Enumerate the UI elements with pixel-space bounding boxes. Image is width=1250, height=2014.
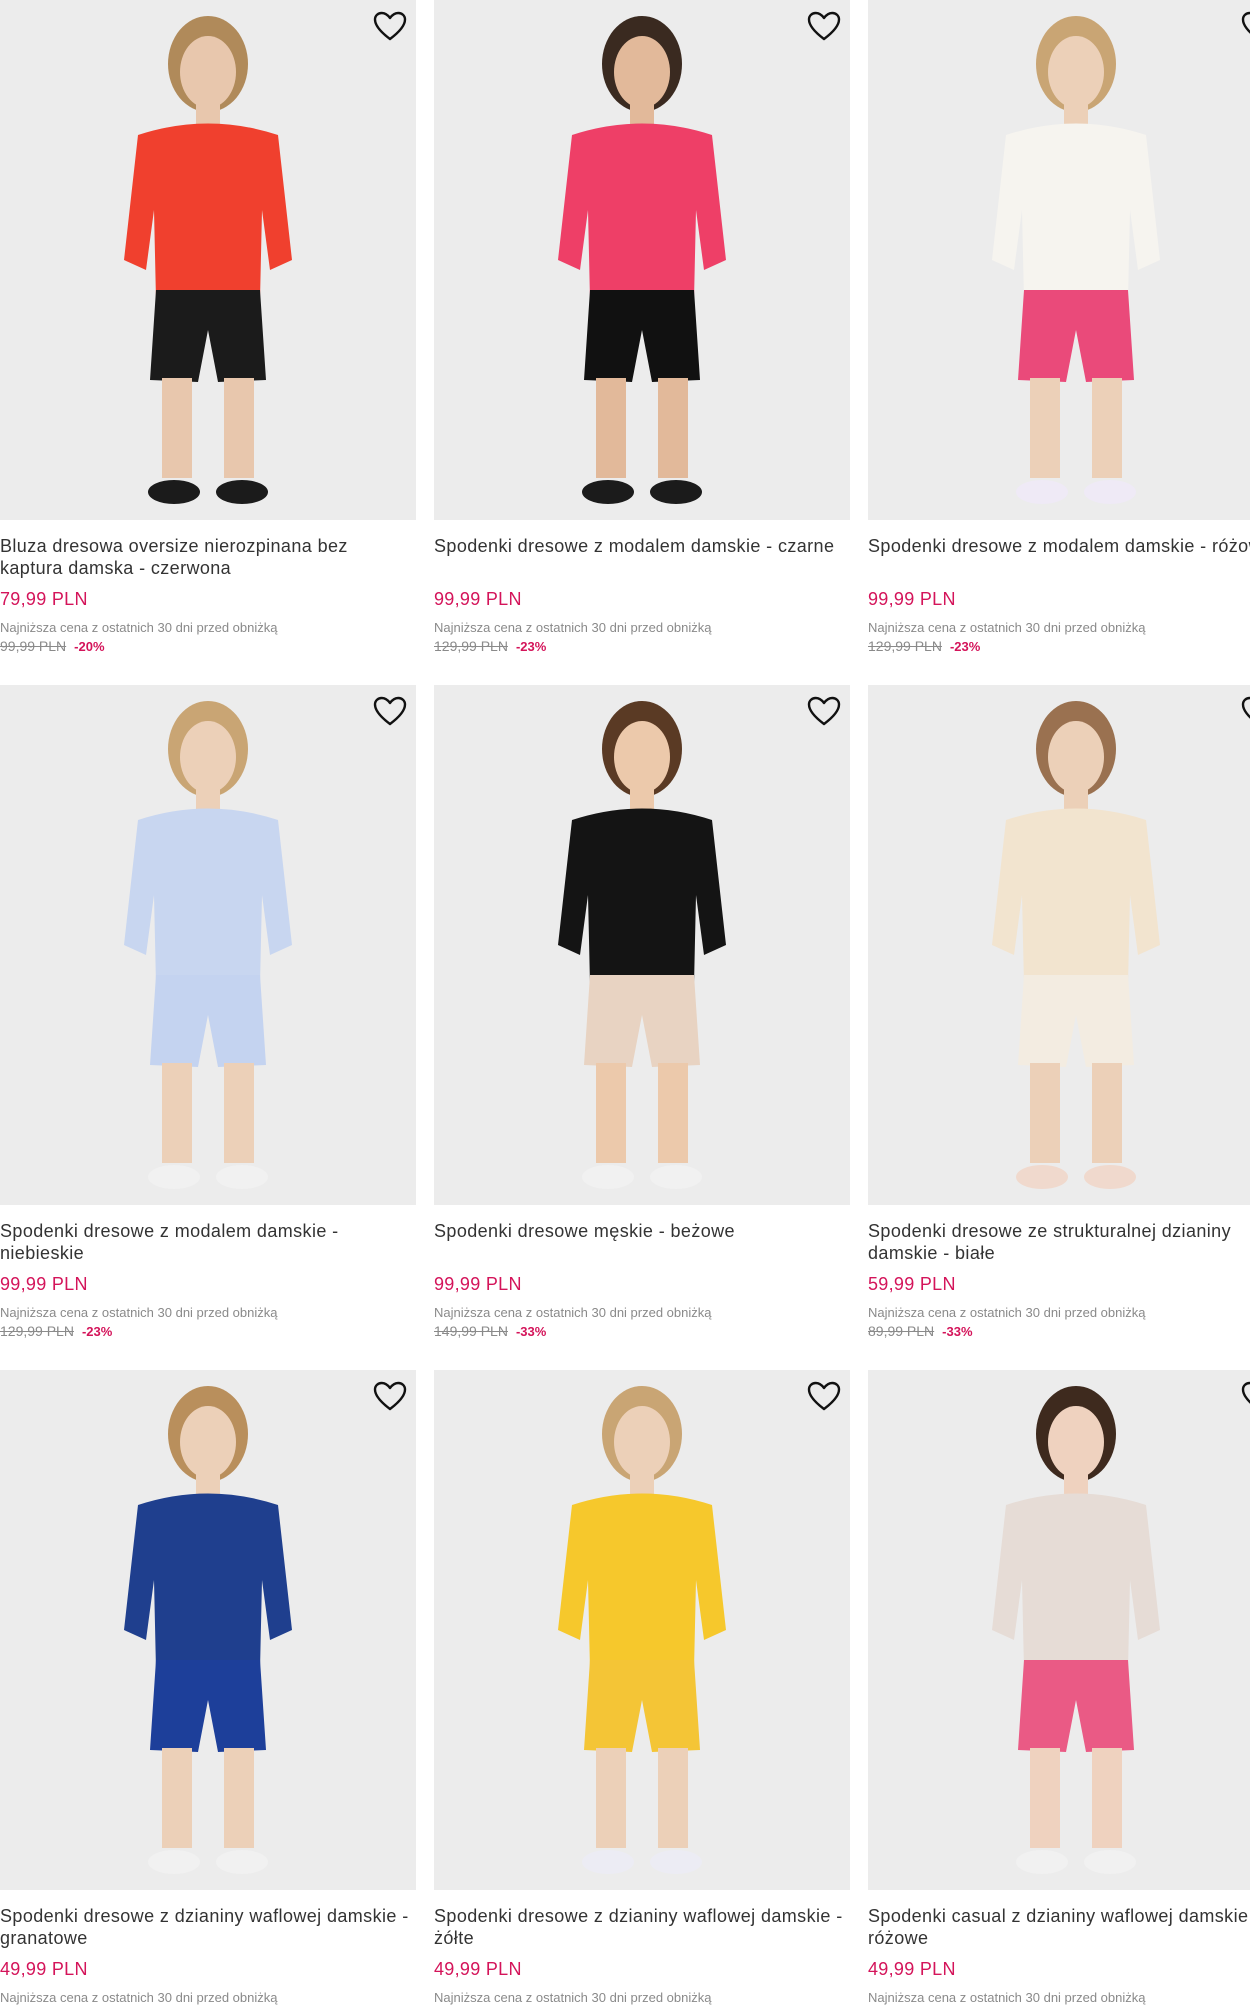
product-image[interactable]	[0, 0, 416, 520]
old-price: 129,99 PLN	[868, 638, 942, 654]
product-price: 79,99 PLN	[0, 589, 88, 609]
product-title[interactable]: Spodenki dresowe z modalem damskie - róż…	[868, 535, 1250, 579]
product-card[interactable]: Spodenki dresowe z dzianiny waflowej dam…	[434, 1370, 850, 2006]
wishlist-heart-icon[interactable]	[806, 695, 842, 727]
model-photo	[0, 685, 416, 1205]
wishlist-heart-icon[interactable]	[1240, 695, 1250, 727]
product-title[interactable]: Spodenki dresowe z dzianiny waflowej dam…	[0, 1905, 416, 1949]
product-image[interactable]	[0, 1370, 416, 1890]
old-price-row: 129,99 PLN -23%	[0, 1321, 416, 1342]
old-price-row: 149,99 PLN -33%	[434, 1321, 850, 1342]
wishlist-heart-icon[interactable]	[1240, 1380, 1250, 1412]
old-price-row: 99,99 PLN -20%	[0, 636, 416, 657]
product-title[interactable]: Spodenki dresowe męskie - beżowe	[434, 1220, 850, 1264]
product-title[interactable]: Spodenki dresowe z modalem damskie - cza…	[434, 535, 850, 579]
wishlist-heart-icon[interactable]	[1240, 10, 1250, 42]
lowest-price-label: Najniższa cena z ostatnich 30 dni przed …	[434, 1305, 712, 1320]
discount-badge: -23%	[515, 639, 547, 654]
product-image[interactable]	[0, 685, 416, 1205]
model-photo	[434, 685, 850, 1205]
product-price: 99,99 PLN	[434, 589, 522, 609]
product-card[interactable]: Spodenki dresowe z modalem damskie - cza…	[434, 0, 850, 657]
product-image[interactable]	[434, 1370, 850, 1890]
product-title[interactable]: Bluza dresowa oversize nierozpinana bez …	[0, 535, 416, 579]
old-price-row: 89,99 PLN -33%	[868, 1321, 1250, 1342]
product-image[interactable]	[868, 685, 1250, 1205]
model-photo	[0, 0, 416, 520]
product-title[interactable]: Spodenki dresowe z dzianiny waflowej dam…	[434, 1905, 850, 1949]
lowest-price-label: Najniższa cena z ostatnich 30 dni przed …	[434, 620, 712, 635]
old-price-row: 129,99 PLN -23%	[434, 636, 850, 657]
model-photo	[434, 0, 850, 520]
product-price: 49,99 PLN	[0, 1959, 88, 1979]
lowest-price-label: Najniższa cena z ostatnich 30 dni przed …	[0, 620, 278, 635]
wishlist-heart-icon[interactable]	[806, 10, 842, 42]
product-card[interactable]: Spodenki dresowe z modalem damskie - róż…	[868, 0, 1250, 657]
product-card[interactable]: Spodenki dresowe z modalem damskie - nie…	[0, 685, 416, 1342]
old-price-row: 129,99 PLN -23%	[868, 636, 1250, 657]
product-card[interactable]: Spodenki casual z dzianiny waflowej dams…	[868, 1370, 1250, 2006]
product-card[interactable]: Spodenki dresowe męskie - beżowe 99,99 PL…	[434, 685, 850, 1342]
product-title[interactable]: Spodenki dresowe ze strukturalnej dziani…	[868, 1220, 1250, 1264]
product-grid: Bluza dresowa oversize nierozpinana bez …	[0, 0, 1250, 2014]
product-title[interactable]: Spodenki casual z dzianiny waflowej dams…	[868, 1905, 1250, 1949]
model-photo	[868, 1370, 1250, 1890]
product-price: 99,99 PLN	[434, 1274, 522, 1294]
wishlist-heart-icon[interactable]	[372, 695, 408, 727]
product-title[interactable]: Spodenki dresowe z modalem damskie - nie…	[0, 1220, 416, 1264]
old-price: 129,99 PLN	[434, 638, 508, 654]
wishlist-heart-icon[interactable]	[806, 1380, 842, 1412]
wishlist-heart-icon[interactable]	[372, 1380, 408, 1412]
model-photo	[868, 685, 1250, 1205]
product-image[interactable]	[868, 0, 1250, 520]
lowest-price-label: Najniższa cena z ostatnich 30 dni przed …	[0, 1305, 278, 1320]
product-price: 59,99 PLN	[868, 1274, 956, 1294]
product-price: 99,99 PLN	[0, 1274, 88, 1294]
lowest-price-label: Najniższa cena z ostatnich 30 dni przed …	[434, 1990, 712, 2005]
old-price: 149,99 PLN	[434, 1323, 508, 1339]
product-card[interactable]: Spodenki dresowe ze strukturalnej dziani…	[868, 685, 1250, 1342]
old-price: 89,99 PLN	[868, 1323, 935, 1339]
product-image[interactable]	[434, 685, 850, 1205]
product-price: 49,99 PLN	[868, 1959, 956, 1979]
lowest-price-label: Najniższa cena z ostatnich 30 dni przed …	[868, 1305, 1146, 1320]
old-price: 129,99 PLN	[0, 1323, 74, 1339]
product-price: 49,99 PLN	[434, 1959, 522, 1979]
product-card[interactable]: Bluza dresowa oversize nierozpinana bez …	[0, 0, 416, 657]
product-image[interactable]	[868, 1370, 1250, 1890]
discount-badge: -23%	[949, 639, 981, 654]
product-card[interactable]: Spodenki dresowe z dzianiny waflowej dam…	[0, 1370, 416, 2006]
product-price: 99,99 PLN	[868, 589, 956, 609]
product-image[interactable]	[434, 0, 850, 520]
wishlist-heart-icon[interactable]	[372, 10, 408, 42]
lowest-price-label: Najniższa cena z ostatnich 30 dni przed …	[868, 1990, 1146, 2005]
model-photo	[868, 0, 1250, 520]
lowest-price-label: Najniższa cena z ostatnich 30 dni przed …	[868, 620, 1146, 635]
discount-badge: -33%	[515, 1324, 547, 1339]
model-photo	[434, 1370, 850, 1890]
lowest-price-label: Najniższa cena z ostatnich 30 dni przed …	[0, 1990, 278, 2005]
discount-badge: -20%	[74, 639, 105, 654]
discount-badge: -33%	[942, 1324, 973, 1339]
discount-badge: -23%	[81, 1324, 113, 1339]
model-photo	[0, 1370, 416, 1890]
old-price: 99,99 PLN	[0, 638, 67, 654]
